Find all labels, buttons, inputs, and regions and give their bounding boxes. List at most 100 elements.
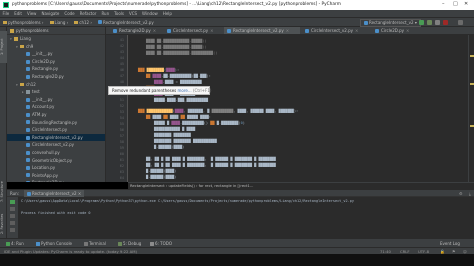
tree-item[interactable]: CircleIntersect.py: [7, 126, 105, 134]
left-tool-strip: 1: Project 7: Structure 2: Favorites: [0, 27, 7, 238]
tree-item[interactable]: PointsApp.py: [7, 172, 105, 180]
tree-item[interactable]: GeometricObject.py: [7, 157, 105, 165]
tree-item[interactable]: ▾ Liang: [7, 35, 105, 43]
settings-icon[interactable]: ⚙: [459, 191, 463, 196]
run-config-label: RectangleIntersect_v2: [369, 20, 414, 25]
coverage-icon[interactable]: [435, 20, 440, 25]
tree-item[interactable]: convexhull.py: [7, 149, 105, 157]
pycharm-logo-icon: [3, 2, 9, 8]
line-number: 64: [119, 176, 124, 180]
tree-item[interactable]: ▸ test: [7, 88, 105, 96]
code-editor[interactable]: ████ ██.████████████.█████() ████ ██.███…: [128, 35, 468, 182]
tree-item-label: RectangleIntersect_v2.py: [32, 134, 83, 140]
terminal-icon: [84, 242, 88, 246]
tool-label: Terminal: [89, 241, 106, 246]
menu-code[interactable]: Code: [62, 10, 77, 18]
close-tab-icon[interactable]: ×: [210, 28, 213, 33]
os-taskbar: [0, 254, 474, 266]
close-icon[interactable]: ✕: [464, 1, 468, 7]
trash-icon[interactable]: [10, 228, 15, 232]
editor-tab-bar: Rectangle2D.py × CircleIntersect.py × Rect…: [106, 27, 474, 35]
tree-item[interactable]: BoundingRectangle.py: [7, 119, 105, 127]
stop-icon[interactable]: [443, 20, 448, 25]
breadcrumb-project[interactable]: pythonproblems ›: [0, 18, 47, 27]
breadcrumb-label: Liang: [54, 19, 66, 25]
warning-marker[interactable]: [470, 125, 474, 127]
close-tab-icon[interactable]: ×: [355, 28, 358, 33]
line-number: 42: [119, 44, 124, 48]
line-number: 46: [119, 68, 124, 72]
tree-item[interactable]: CircleIntersect_v2.py: [7, 141, 105, 149]
tooltip-more-link[interactable]: more...: [178, 88, 192, 93]
menu-refactor[interactable]: Refactor: [77, 10, 99, 18]
warning-marker[interactable]: [470, 55, 474, 57]
structure-tool-tab[interactable]: 7: Structure: [0, 177, 7, 207]
tool-label: 6: TODO: [155, 241, 172, 246]
breadcrumb-file[interactable]: RectangleIntersect_v2.py: [95, 18, 157, 27]
tab-circleintersect[interactable]: CircleIntersect.py ×: [164, 27, 222, 34]
minimize-icon[interactable]: –: [442, 1, 445, 7]
tab-circle2d[interactable]: Circle2D.py ×: [372, 27, 418, 34]
tab-circleintersect-v2[interactable]: CircleIntersect_v2.py ×: [302, 27, 370, 34]
project-panel: pythonproblems ▾ Liang ▾ ch9 __init__.py Circ…: [7, 27, 106, 182]
scroll-to-end-icon[interactable]: [10, 214, 15, 218]
rerun-icon[interactable]: [10, 200, 15, 204]
tree-item[interactable]: Rectangle.py: [7, 65, 105, 73]
tree-item[interactable]: ATM.py: [7, 111, 105, 119]
menu-help[interactable]: Help: [160, 10, 174, 18]
close-tab-icon[interactable]: ×: [153, 28, 156, 33]
run-config-select[interactable]: RectangleIntersect_v2 ▾: [360, 19, 421, 27]
tree-item[interactable]: Account.py: [7, 103, 105, 111]
close-tab-icon[interactable]: ×: [406, 28, 409, 33]
tree-item-label: ch12: [26, 81, 36, 87]
tree-item[interactable]: RectangleIntersect_v2.py: [7, 133, 105, 142]
tab-rectangleintersect-v2[interactable]: RectangleIntersect_v2.py ×: [224, 27, 300, 34]
tree-item[interactable]: __init__.py: [7, 96, 105, 104]
tool-label: Python Console: [41, 241, 73, 246]
breadcrumb-liang[interactable]: Liang ›: [47, 18, 72, 27]
tree-item[interactable]: ▾ ch12: [7, 81, 105, 89]
hide-panel-icon[interactable]: ⤓: [469, 191, 471, 196]
tree-item[interactable]: ▾ ch9: [7, 43, 105, 51]
warning-marker[interactable]: [470, 83, 474, 85]
print-icon[interactable]: [10, 221, 15, 225]
breadcrumb-label: RectangleIntersect_v2.py: [102, 19, 154, 25]
line-number-gutter[interactable]: 4142434445464748495051525354555657585960…: [106, 35, 128, 182]
run-icon[interactable]: [419, 20, 424, 25]
favorites-tool-tab[interactable]: 2: Favorites: [0, 212, 7, 236]
run-console[interactable]: C:\Users\gauss\AppData\Local\Programs\Py…: [19, 197, 474, 238]
tree-item-label: BoundingRectangle.py: [32, 119, 78, 125]
project-root-label[interactable]: pythonproblems: [16, 28, 49, 33]
menu-vcs[interactable]: VCS: [126, 10, 139, 18]
menu-window[interactable]: Window: [140, 10, 161, 18]
tree-item[interactable]: Rectangle2D.py: [7, 73, 105, 81]
menu-navigate[interactable]: Navigate: [39, 10, 62, 18]
menu-edit[interactable]: Edit: [12, 10, 25, 18]
python-file-icon: [97, 20, 102, 24]
editor-scrollbar[interactable]: [468, 35, 474, 182]
debug-icon[interactable]: [427, 20, 432, 25]
python-file-icon: [26, 51, 30, 56]
tab-label: CircleIntersect_v2.py: [311, 28, 354, 33]
tab-rectangle2d[interactable]: Rectangle2D.py ×: [110, 27, 162, 34]
tree-item[interactable]: __init__.py: [7, 50, 105, 58]
tree-item-label: Circle2D.py: [32, 58, 56, 64]
editor-breadcrumb[interactable]: RectangleIntersect › updateFields() › fo…: [128, 182, 474, 189]
menu-tools[interactable]: Tools: [112, 10, 127, 18]
tree-item-label: Rectangle2D.py: [32, 73, 64, 79]
menu-file[interactable]: File: [0, 10, 12, 18]
tree-item[interactable]: Location.py: [7, 164, 105, 172]
close-tab-icon[interactable]: ×: [286, 28, 289, 33]
menu-view[interactable]: View: [24, 10, 39, 18]
tree-item-label: __init__.py: [32, 51, 53, 57]
project-tool-tab[interactable]: 1: Project: [0, 31, 7, 63]
menu-run[interactable]: Run: [99, 10, 112, 18]
stop-run-icon[interactable]: [10, 207, 15, 211]
search-icon[interactable]: [458, 20, 463, 25]
tree-item[interactable]: Circle2D.py: [7, 58, 105, 66]
maximize-icon[interactable]: □: [453, 1, 458, 7]
breadcrumb-ch12[interactable]: ch12 ›: [71, 18, 95, 27]
console-icon: [36, 242, 40, 246]
python-file-icon: [375, 28, 379, 33]
tree-item[interactable]: Rectangle2D.py: [7, 179, 105, 182]
